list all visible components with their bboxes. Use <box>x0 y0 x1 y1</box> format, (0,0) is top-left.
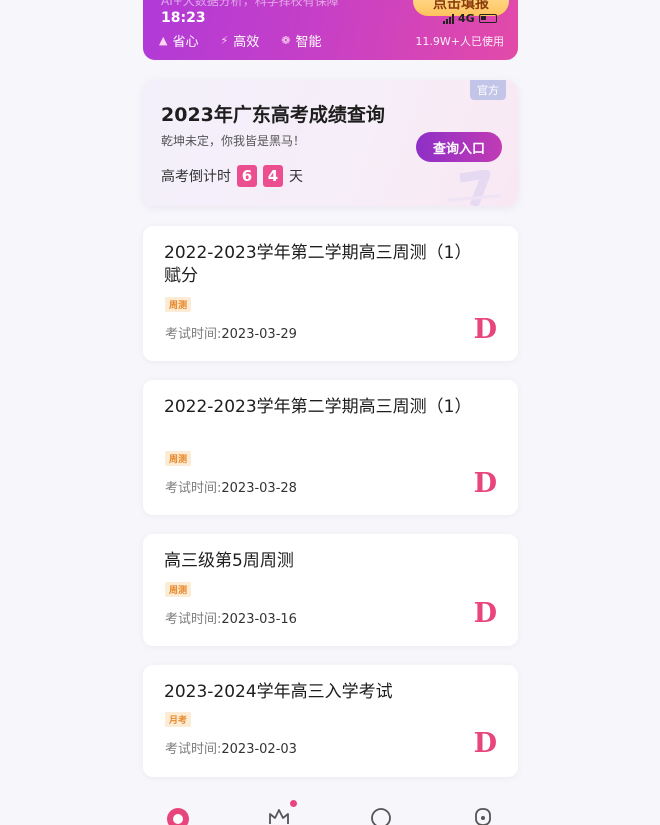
network-label: 4G <box>458 12 475 25</box>
countdown-digit: 6 <box>237 165 257 187</box>
countdown-digit: 4 <box>263 165 283 187</box>
exam-time-label: 考试时间: <box>165 327 222 342</box>
query-entry-button[interactable]: 查询入口 <box>416 132 502 162</box>
brain-icon: ❁ <box>281 34 291 47</box>
crown-icon[interactable] <box>267 806 291 825</box>
app-page: AI+大数据分析，科学择校有保障 18:23 点击填报 4G ▲ 省心 ⚡ 高效… <box>0 0 660 825</box>
feature-label: 省心 <box>172 35 199 50</box>
exam-time: 考试时间:2023-03-28 <box>165 477 297 496</box>
exam-time: 考试时间:2023-03-29 <box>165 323 297 342</box>
exam-time: 考试时间:2023-02-03 <box>165 738 297 757</box>
status-bar-right: 4G <box>443 12 497 25</box>
exam-time-label: 考试时间: <box>165 742 222 757</box>
grade-badge: D <box>473 314 497 345</box>
users-count: 11.9W+人已使用 <box>415 35 504 48</box>
exam-time: 考试时间:2023-03-16 <box>165 608 297 627</box>
feature-label: 智能 <box>295 35 322 50</box>
signal-icon <box>443 13 454 24</box>
lightning-icon: ⚡ <box>220 34 229 47</box>
grade-badge: D <box>473 728 497 759</box>
exam-title: 2022-2023学年第二学期高三周测（1）赋分 <box>164 243 463 286</box>
banner-subtitle: AI+大数据分析，科学择校有保障 <box>161 0 339 8</box>
feature-item: ▲ 省心 <box>159 31 198 50</box>
decoration-seven-icon <box>447 170 501 206</box>
gaokao-query-card[interactable]: 官方 2023年广东高考成绩查询 乾坤未定，你我皆是黑马！ 高考倒计时 6 4 … <box>143 80 518 206</box>
exam-title: 2022-2023学年第二学期高三周测（1） <box>164 397 472 417</box>
exam-time-label: 考试时间: <box>165 612 222 627</box>
exam-type-tag: 周测 <box>165 297 192 312</box>
exam-time-label: 考试时间: <box>165 481 222 496</box>
volunteer-fill-banner[interactable]: AI+大数据分析，科学择校有保障 18:23 点击填报 4G ▲ 省心 ⚡ 高效… <box>143 0 518 60</box>
exam-type-tag: 月考 <box>165 712 192 727</box>
gaokao-subtitle: 乾坤未定，你我皆是黑马！ <box>161 134 306 148</box>
exam-card[interactable]: 2023-2024学年高三入学考试 月考 考试时间:2023-02-03 D <box>143 665 518 777</box>
notification-dot <box>290 800 297 807</box>
bottom-nav <box>143 800 518 825</box>
exam-title: 高三级第5周周测 <box>164 551 294 571</box>
exam-card[interactable]: 2022-2023学年第二学期高三周测（1）赋分 周测 考试时间:2023-03… <box>143 226 518 361</box>
feature-item: ❁ 智能 <box>281 31 321 50</box>
countdown: 高考倒计时 6 4 天 <box>161 165 303 187</box>
feature-list: ▲ 省心 ⚡ 高效 ❁ 智能 <box>159 31 321 50</box>
gaokao-title: 2023年广东高考成绩查询 <box>161 104 385 126</box>
exam-time-value: 2023-03-16 <box>221 612 297 627</box>
exam-title: 2023-2024学年高三入学考试 <box>164 682 393 702</box>
countdown-label: 高考倒计时 <box>161 169 231 185</box>
exam-time-value: 2023-03-29 <box>221 327 297 342</box>
exam-card[interactable]: 高三级第5周周测 周测 考试时间:2023-03-16 D <box>143 534 518 646</box>
exam-card[interactable]: 2022-2023学年第二学期高三周测（1） 周测 考试时间:2023-03-2… <box>143 380 518 515</box>
exam-time-value: 2023-03-28 <box>221 481 297 496</box>
home-icon[interactable] <box>165 806 191 825</box>
exam-type-tag: 周测 <box>165 451 192 466</box>
countdown-unit: 天 <box>289 169 303 185</box>
feature-item: ⚡ 高效 <box>220 31 259 50</box>
grade-badge: D <box>473 598 497 629</box>
status-time: 18:23 <box>161 10 206 26</box>
profile-icon[interactable] <box>471 806 495 825</box>
chat-icon[interactable] <box>369 806 393 825</box>
battery-icon <box>478 14 497 23</box>
exam-time-value: 2023-02-03 <box>221 742 297 757</box>
leaf-icon: ▲ <box>159 34 168 47</box>
grade-badge: D <box>473 468 497 499</box>
exam-type-tag: 周测 <box>165 582 192 597</box>
official-badge: 官方 <box>470 80 506 100</box>
feature-label: 高效 <box>233 35 260 50</box>
